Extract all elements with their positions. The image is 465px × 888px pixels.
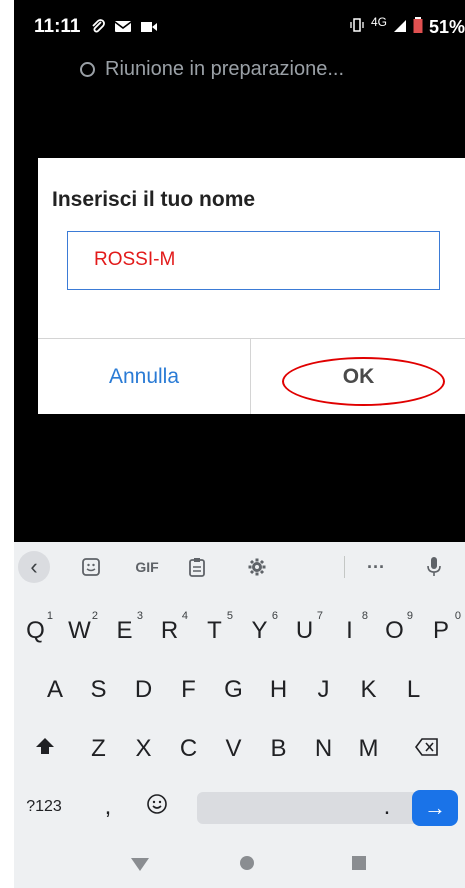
status-time: 11:11 <box>34 16 81 37</box>
shift-key[interactable] <box>14 722 76 776</box>
backspace-icon <box>414 735 439 763</box>
symbols-key[interactable]: ?123 <box>14 780 74 834</box>
battery-icon <box>413 16 423 39</box>
comma-key[interactable]: , <box>94 780 122 834</box>
clipboard-icon[interactable] <box>182 552 212 582</box>
key-v[interactable]: V <box>211 722 256 776</box>
status-bar: 11:11 4G 51% <box>14 0 465 48</box>
paperclip-icon <box>90 18 106 40</box>
key-y[interactable]: Y6 <box>237 604 282 658</box>
loading-spinner-icon <box>80 62 95 77</box>
meeting-status-text: Riunione in preparazione... <box>105 58 345 80</box>
phone-screen: 11:11 4G 51% Riunione in preparazione...… <box>14 0 465 888</box>
key-q[interactable]: Q1 <box>14 604 57 658</box>
battery-percent: 51% <box>428 17 465 37</box>
emoji-smile-icon <box>146 793 168 822</box>
navigation-bar <box>14 840 465 888</box>
settings-gear-icon[interactable] <box>242 552 272 582</box>
key-d[interactable]: D <box>121 663 166 717</box>
key-z[interactable]: Z <box>76 722 121 776</box>
vibrate-icon <box>349 17 365 38</box>
keyboard-row-2: A S D F G H J K L <box>14 663 465 717</box>
key-m[interactable]: M <box>346 722 391 776</box>
key-b[interactable]: B <box>256 722 301 776</box>
key-w[interactable]: W2 <box>57 604 102 658</box>
microphone-icon[interactable] <box>419 552 449 582</box>
key-i[interactable]: I8 <box>327 604 372 658</box>
key-c[interactable]: C <box>166 722 211 776</box>
key-f[interactable]: F <box>166 663 211 717</box>
key-g[interactable]: G <box>211 663 256 717</box>
sticker-icon[interactable] <box>76 552 106 582</box>
key-a[interactable]: A <box>34 663 76 717</box>
key-x[interactable]: X <box>121 722 166 776</box>
dialog-title: Inserisci il tuo nome <box>52 188 256 211</box>
emoji-key[interactable] <box>137 780 177 834</box>
more-options-button[interactable]: ··· <box>358 552 394 582</box>
key-p[interactable]: P0 <box>417 604 465 658</box>
nav-recents-icon[interactable] <box>352 856 366 870</box>
keyboard-back-button[interactable]: ‹ <box>18 551 50 583</box>
network-label: 4G <box>370 14 387 29</box>
key-r[interactable]: R4 <box>147 604 192 658</box>
key-u[interactable]: U7 <box>282 604 327 658</box>
meeting-status: Riunione in preparazione... <box>80 58 344 81</box>
gmail-icon <box>114 18 132 40</box>
key-j[interactable]: J <box>301 663 346 717</box>
keyboard-toolbar: ‹ GIF ··· <box>14 542 465 592</box>
keyboard-row-3: Z X C V B N M <box>14 722 465 776</box>
name-input[interactable]: ROSSI-M <box>67 231 440 290</box>
nav-back-icon[interactable] <box>131 858 149 871</box>
cancel-button[interactable]: Annulla <box>38 339 250 414</box>
keyboard-row-1: Q1 W2 E3 R4 T5 Y6 U7 I8 O9 P0 <box>14 604 465 658</box>
backspace-key[interactable] <box>394 722 459 776</box>
key-k[interactable]: K <box>346 663 391 717</box>
key-t[interactable]: T5 <box>192 604 237 658</box>
signal-icon <box>393 17 407 38</box>
shift-arrow-icon <box>35 735 55 763</box>
key-e[interactable]: E3 <box>102 604 147 658</box>
enter-key[interactable]: → <box>412 790 458 826</box>
key-s[interactable]: S <box>76 663 121 717</box>
key-l[interactable]: L <box>391 663 436 717</box>
keyboard-row-4: ?123 , . → <box>14 780 465 834</box>
period-key[interactable]: . <box>372 780 402 834</box>
name-dialog: Inserisci il tuo nome ROSSI-M Annulla OK <box>38 158 465 414</box>
key-o[interactable]: O9 <box>372 604 417 658</box>
key-n[interactable]: N <box>301 722 346 776</box>
toolbar-separator <box>344 556 345 578</box>
key-h[interactable]: H <box>256 663 301 717</box>
video-icon <box>140 18 158 40</box>
gif-button[interactable]: GIF <box>126 552 168 582</box>
nav-home-icon[interactable] <box>240 856 254 870</box>
ok-button[interactable]: OK <box>251 339 465 414</box>
